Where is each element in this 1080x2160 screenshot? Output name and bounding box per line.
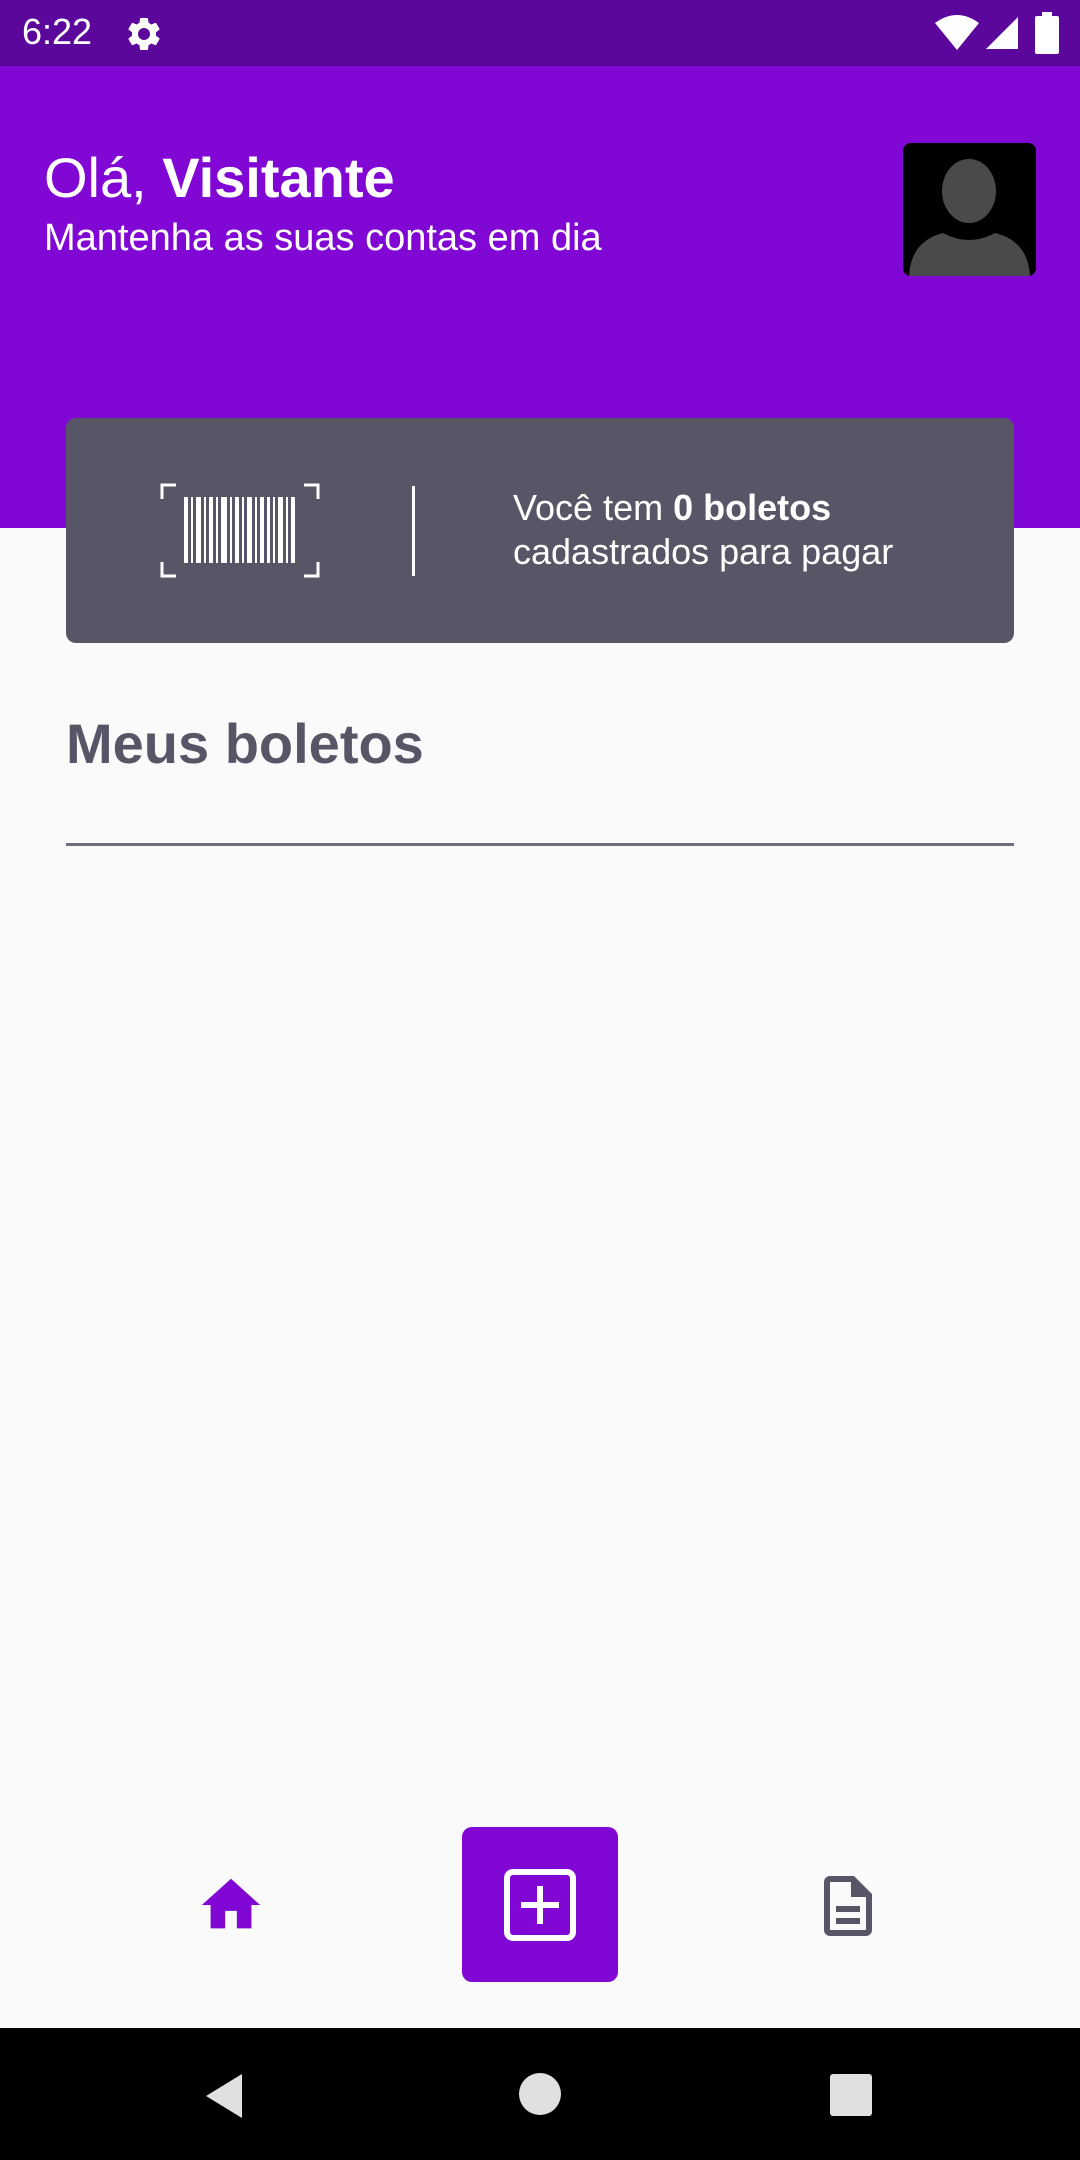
- wifi-icon: [934, 15, 980, 51]
- document-icon: [824, 1876, 872, 1936]
- gear-icon: [124, 14, 164, 54]
- summary-prefix: Você tem: [513, 487, 674, 528]
- home-circle-icon[interactable]: [518, 2072, 562, 2116]
- nav-add-boleto-button[interactable]: [462, 1827, 618, 1982]
- boletos-summary-text: Você tem 0 boletos cadastrados para paga…: [513, 486, 893, 574]
- boletos-count: 0 boletos: [673, 487, 832, 528]
- status-time: 6:22: [22, 11, 93, 52]
- home-icon: [201, 1878, 261, 1929]
- avatar-silhouette-icon: [903, 143, 1036, 276]
- battery-icon: [1034, 12, 1060, 54]
- section-title: Meus boletos: [66, 712, 424, 775]
- status-bar: 6:22: [0, 0, 1080, 66]
- system-nav-bar: [0, 2028, 1080, 2160]
- nav-home-button[interactable]: [196, 1870, 266, 1940]
- add-box-icon: [504, 1869, 576, 1941]
- header-subtitle: Mantenha as suas contas em dia: [44, 217, 602, 259]
- boletos-summary-card: Você tem 0 boletos cadastrados para paga…: [66, 418, 1014, 643]
- signal-icon: [984, 15, 1020, 51]
- user-name: Visitante: [162, 146, 395, 209]
- recents-icon[interactable]: [828, 2072, 874, 2118]
- greeting-prefix: Olá,: [44, 146, 163, 209]
- avatar[interactable]: [903, 143, 1036, 276]
- summary-suffix: cadastrados para pagar: [513, 531, 894, 572]
- nav-extract-button[interactable]: [812, 1870, 884, 1942]
- greeting: Olá, Visitante: [44, 146, 395, 210]
- section-divider: [66, 843, 1014, 846]
- back-icon[interactable]: [198, 2070, 250, 2122]
- barcode-scan-icon: [160, 483, 320, 578]
- bottom-nav: [0, 1810, 1080, 2028]
- card-divider: [412, 486, 415, 576]
